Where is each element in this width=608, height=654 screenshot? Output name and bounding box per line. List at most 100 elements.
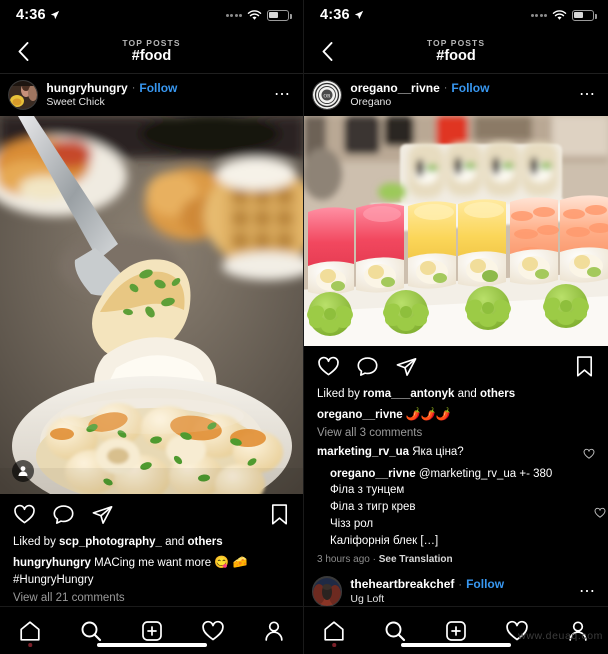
comment-item: marketing_rv_ua Яка ціна? — [317, 444, 595, 461]
post-caption-left: hungryhungry MACing me want more 😋 🧀 #Hun… — [13, 554, 290, 588]
liked-by-others[interactable]: others — [480, 388, 515, 400]
post-username[interactable]: oregano__rivne — [350, 81, 439, 96]
comment-username[interactable]: marketing_rv_ua — [317, 446, 409, 458]
home-notification-dot — [332, 643, 337, 647]
kebab-menu-icon[interactable]: ⋯ — [272, 85, 293, 105]
liked-by-username[interactable]: roma___antonyk — [363, 388, 454, 400]
avatar-oregano-rivne[interactable]: OR — [312, 79, 343, 111]
status-bar-left: 4:36 — [0, 0, 303, 30]
wifi-icon — [247, 9, 262, 20]
tab-bar-left — [0, 606, 303, 654]
back-button[interactable] — [316, 41, 338, 63]
avatar-hungryhungry[interactable] — [8, 79, 39, 111]
post-image-left[interactable] — [0, 116, 303, 494]
signal-dots-icon — [225, 13, 242, 17]
heart-icon[interactable] — [583, 447, 595, 465]
post-username[interactable]: hungryhungry — [46, 81, 127, 96]
back-button[interactable] — [12, 41, 34, 63]
liked-by-others[interactable]: others — [188, 536, 223, 548]
home-notification-dot — [28, 643, 33, 647]
chevron-left-icon — [322, 42, 332, 61]
post-location[interactable]: Oregano — [350, 96, 569, 108]
location-arrow-icon — [50, 10, 59, 20]
post-header-right: OR oregano__rivne · Follow Oregano ⋯ — [304, 74, 608, 116]
status-time-group-right: 4:36 — [320, 7, 364, 23]
follow-button[interactable]: Follow — [466, 577, 504, 592]
liked-by-line: Liked by roma___antonyk and others — [317, 386, 595, 403]
liked-by-username[interactable]: scp_photography_ — [59, 536, 162, 548]
avatar-image — [313, 577, 342, 606]
post-username[interactable]: theheartbreakchef — [350, 577, 454, 592]
tab-bar-right: www.deuaq.com — [304, 606, 608, 654]
reply-first-line: @marketing_rv_ua +- 380 — [415, 467, 553, 480]
post-header-left: hungryhungry · Follow Sweet Chick ⋯ — [0, 74, 303, 116]
caption-username[interactable]: hungryhungry — [13, 557, 91, 569]
comment-text: Яка ціна? — [409, 445, 464, 458]
speech-bubble-icon[interactable] — [356, 355, 379, 378]
svg-text:OR: OR — [324, 94, 332, 99]
reply-line: Філа з тунцем — [330, 484, 405, 497]
search-icon — [385, 621, 406, 641]
nav-supertitle: TOP POSTS — [426, 37, 486, 48]
follow-button[interactable]: Follow — [451, 81, 489, 96]
post-location[interactable]: Sweet Chick — [46, 96, 264, 108]
signal-dots-icon — [530, 13, 547, 17]
bookmark-icon[interactable] — [574, 355, 595, 378]
emoji-yum: 😋 — [214, 555, 230, 570]
reply-line-truncated[interactable]: Каліфорнія блек […] — [330, 533, 571, 550]
kebab-menu-icon[interactable]: ⋯ — [577, 85, 598, 105]
heart-icon[interactable] — [317, 355, 340, 378]
liked-by-prefix: Liked by — [13, 536, 60, 548]
kebab-menu-icon[interactable]: ⋯ — [577, 582, 598, 602]
heart-icon — [202, 620, 224, 640]
status-time: 4:36 — [16, 7, 46, 23]
liked-by-line: Liked by scp_photography_ and others — [13, 534, 290, 551]
paper-plane-icon[interactable] — [91, 503, 114, 526]
watermark: www.deuaq.com — [518, 630, 603, 642]
left-phone-panel: 4:36 TOP POSTS #food hungryhungry · Foll… — [0, 0, 304, 654]
home-icon — [324, 620, 345, 641]
action-bar-left — [0, 494, 303, 534]
view-all-comments-right[interactable]: View all 3 comments — [317, 427, 595, 439]
status-indicators-left — [225, 9, 292, 21]
comment-reply-item: oregano__rivne @marketing_rv_ua +- 380 Ф… — [330, 466, 606, 550]
person-tag-icon[interactable] — [12, 460, 34, 482]
speech-bubble-icon[interactable] — [52, 503, 75, 526]
post-header-info-next: theheartbreakchef · Follow Ug Loft — [350, 577, 569, 605]
caption-text: MACing me want more — [90, 557, 215, 570]
tab-home[interactable] — [314, 614, 354, 648]
timestamp: 3 hours ago — [317, 553, 370, 565]
post-image-right[interactable] — [304, 116, 608, 346]
caption-hashtag[interactable]: #HungryHungry — [13, 574, 94, 586]
avatar-image: OR — [313, 81, 342, 109]
paper-plane-icon[interactable] — [395, 355, 418, 378]
follow-button[interactable]: Follow — [139, 81, 177, 96]
status-time-group: 4:36 — [16, 7, 60, 23]
right-phone-panel: 4:36 TOP POSTS #food OR oregano__rivne ·… — [304, 0, 608, 654]
reply-line: Філа з тигр крев — [330, 501, 416, 514]
reply-line: Чізз рол — [330, 518, 374, 531]
status-indicators-right — [530, 9, 597, 21]
avatar-image — [9, 81, 38, 109]
caption-block-left: Liked by scp_photography_ and others hun… — [0, 534, 303, 604]
separator-dot: · — [458, 578, 463, 591]
avatar-theheartbreakchef[interactable] — [312, 576, 343, 607]
battery-icon — [572, 9, 597, 21]
reply-username[interactable]: oregano__rivne — [330, 468, 416, 480]
heart-icon[interactable] — [594, 506, 606, 524]
mac-and-cheese-photo — [0, 116, 303, 494]
bookmark-icon[interactable] — [269, 503, 290, 526]
view-all-comments-left[interactable]: View all 21 comments — [13, 592, 290, 604]
plus-square-icon — [142, 620, 162, 641]
home-indicator — [97, 643, 207, 647]
sushi-rolls-platter-photo — [304, 116, 608, 346]
heart-icon[interactable] — [13, 503, 36, 526]
caption-username[interactable]: oregano__rivne — [317, 409, 403, 421]
post-location[interactable]: Ug Loft — [350, 593, 569, 605]
battery-icon — [267, 9, 292, 21]
nav-header-right: TOP POSTS #food — [304, 30, 608, 74]
see-translation-link[interactable]: See Translation — [379, 554, 453, 565]
dual-phone-screenshot: 4:36 TOP POSTS #food hungryhungry · Foll… — [0, 0, 608, 654]
tab-profile[interactable] — [254, 614, 294, 648]
tab-home[interactable] — [10, 614, 50, 648]
